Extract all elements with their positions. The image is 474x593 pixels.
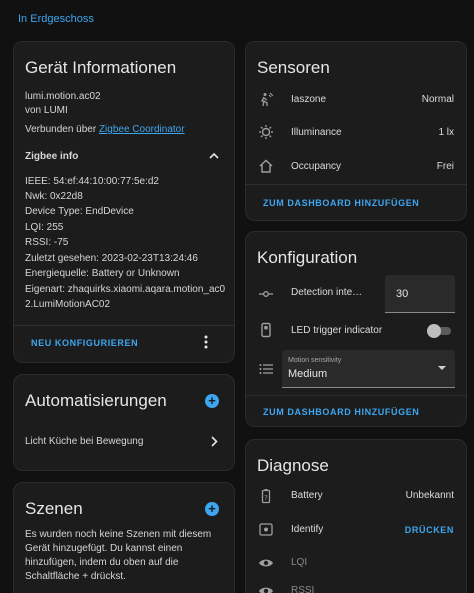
device-model: lumi.motion.ac02: [25, 91, 101, 102]
scenes-title: Szenen: [25, 499, 83, 518]
lqi-label[interactable]: LQI: [291, 557, 307, 568]
configuration-title: Konfiguration: [257, 248, 358, 267]
brightness-icon: [258, 124, 274, 140]
add-automation-button[interactable]: +: [205, 394, 219, 408]
sensors-card: Sensoren Iaszone Normal Illuminance 1 lx…: [245, 41, 467, 221]
diagnose-card: Diagnose ? Battery Unbekannt Identify DR…: [245, 439, 467, 593]
led-trigger-label: LED trigger indicator: [291, 325, 383, 336]
divider: [246, 184, 466, 185]
eye-icon: [258, 555, 274, 571]
last-seen-line: Zuletzt gesehen: 2023-02-23T13:24:46: [25, 253, 198, 264]
sensors-add-to-dashboard-button[interactable]: ZUM DASHBOARD HINZUFÜGEN: [263, 198, 419, 208]
add-scene-button[interactable]: +: [205, 502, 219, 516]
dropdown-arrow-icon: [438, 366, 446, 370]
power-source-line: Energiequelle: Battery or Unknown: [25, 268, 180, 279]
breadcrumb[interactable]: In Erdgeschoss: [18, 13, 94, 25]
chevron-right-icon[interactable]: [211, 436, 218, 447]
led-icon: [258, 322, 274, 338]
more-vertical-icon[interactable]: [203, 335, 209, 349]
svg-text:?: ?: [264, 494, 268, 502]
scenes-text-line: Es wurden noch keine Szenen mit diesem: [25, 529, 212, 540]
automations-card: Automatisierungen + Licht Küche bei Bewe…: [13, 374, 235, 471]
sensor-label-occupancy[interactable]: Occupancy: [291, 161, 341, 172]
quirk-line-1: Eigenart: zhaquirks.xiaomi.aqara.motion_…: [25, 284, 226, 295]
led-trigger-toggle[interactable]: [427, 324, 453, 338]
scenes-text-line: Gerät hinzugefügt. Du kannst einen: [25, 543, 183, 554]
connected-via: Verbunden über Zigbee Coordinator: [25, 124, 185, 135]
scenes-text-line: Schaltfläche + drückst.: [25, 571, 126, 582]
identify-press-button[interactable]: DRÜCKEN: [405, 525, 454, 535]
battery-icon: ?: [258, 488, 274, 504]
lqi-line: LQI: 255: [25, 222, 64, 233]
detection-interval-label: Detection inte…: [291, 287, 363, 298]
battery-value: Unbekannt: [405, 490, 454, 501]
automations-title: Automatisierungen: [25, 391, 167, 410]
select-label: Motion sensitivity: [288, 357, 342, 364]
sensor-label-illuminance[interactable]: Illuminance: [291, 127, 342, 138]
sensors-title: Sensoren: [257, 58, 330, 77]
automation-item[interactable]: Licht Küche bei Bewegung: [25, 436, 143, 447]
zigbee-info-label[interactable]: Zigbee info: [25, 151, 78, 162]
quirk-line-2: 2.LumiMotionAC02: [25, 299, 111, 310]
connected-prefix: Verbunden über: [25, 124, 97, 135]
diagnose-title: Diagnose: [257, 456, 329, 475]
motion-sensitivity-select[interactable]: Motion sensitivity Medium: [282, 350, 455, 388]
sensor-value-occupancy: Frei: [436, 161, 454, 172]
rssi-line: RSSI: -75: [25, 237, 69, 248]
config-add-to-dashboard-button[interactable]: ZUM DASHBOARD HINZUFÜGEN: [263, 407, 419, 417]
detection-interval-input[interactable]: 30: [385, 275, 455, 313]
reconfigure-button[interactable]: NEU KONFIGURIEREN: [31, 338, 138, 348]
device-info-title: Gerät Informationen: [25, 58, 177, 77]
scenes-text-line: hinzufügen, indem du oben auf die: [25, 557, 179, 568]
eye-icon: [258, 583, 274, 593]
rssi-label[interactable]: RSSI: [291, 585, 314, 593]
toggle-thumb: [427, 324, 441, 338]
scenes-card: Szenen + Es wurden noch keine Szenen mit…: [13, 482, 235, 593]
ieee-line: IEEE: 54:ef:44:10:00:77:5e:d2: [25, 176, 159, 187]
device-manufacturer: von LUMI: [25, 105, 68, 116]
list-icon: [258, 361, 274, 377]
sensor-value-iaszone: Normal: [421, 94, 454, 105]
home-icon: [258, 158, 274, 174]
battery-label[interactable]: Battery: [291, 490, 323, 501]
select-value: Medium: [288, 368, 328, 380]
configuration-card: Konfiguration Detection inte… 30 LED tri…: [245, 231, 467, 427]
sensor-value-illuminance: 1 lx: [438, 127, 454, 138]
divider: [14, 325, 234, 326]
divider: [246, 395, 466, 396]
sensor-label-iaszone[interactable]: Iaszone: [291, 94, 326, 105]
identify-label: Identify: [291, 524, 324, 535]
zigbee-coordinator-link[interactable]: Zigbee Coordinator: [99, 124, 185, 135]
device-type-line: Device Type: EndDevice: [25, 206, 134, 217]
nwk-line: Nwk: 0x22d8: [25, 191, 83, 202]
motion-sensor-icon: [258, 92, 274, 108]
device-info-card: Gerät Informationen lumi.motion.ac02 von…: [13, 41, 235, 363]
slider-icon: [258, 286, 274, 302]
identify-icon: [258, 521, 274, 537]
chevron-up-icon[interactable]: [209, 152, 219, 160]
